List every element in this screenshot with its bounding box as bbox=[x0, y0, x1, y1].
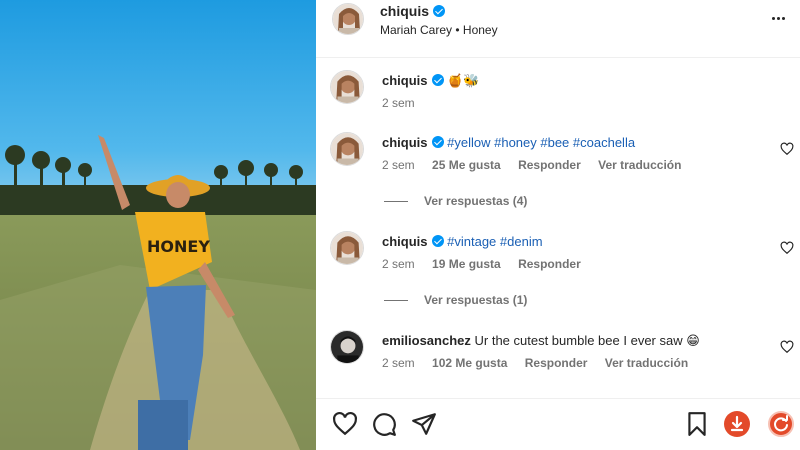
heart-icon[interactable] bbox=[780, 142, 794, 156]
song-separator: • bbox=[455, 23, 460, 37]
send-icon[interactable] bbox=[411, 411, 437, 437]
reply-button[interactable]: Responder bbox=[525, 356, 588, 370]
post-username[interactable]: chiquis bbox=[380, 3, 446, 19]
svg-text:HONEY: HONEY bbox=[147, 237, 210, 256]
bookmark-icon[interactable] bbox=[684, 411, 710, 437]
post-header: chiquis Mariah Carey • Honey bbox=[316, 0, 800, 58]
comment-likes[interactable]: 102 Me gusta bbox=[432, 356, 507, 370]
verified-badge-icon bbox=[433, 5, 446, 17]
comment-meta: 2 sem 102 Me gusta Responder Ver traducc… bbox=[382, 356, 702, 370]
view-replies-button[interactable]: Ver respuestas (1) bbox=[384, 293, 527, 307]
reply-button[interactable]: Responder bbox=[518, 158, 581, 172]
comment-meta: 2 sem 19 Me gusta Responder bbox=[382, 257, 595, 271]
comment-text[interactable]: #yellow #honey #bee #coachella bbox=[447, 135, 635, 150]
avatar[interactable] bbox=[330, 231, 364, 265]
caption-time[interactable]: 2 sem bbox=[382, 96, 415, 110]
reply-button[interactable]: Responder bbox=[518, 257, 581, 271]
song-artist[interactable]: Mariah Carey bbox=[380, 23, 452, 37]
translate-button[interactable]: Ver traducción bbox=[605, 356, 688, 370]
comment-text[interactable]: #vintage #denim bbox=[447, 234, 542, 249]
comment-time[interactable]: 2 sem bbox=[382, 356, 415, 370]
heart-icon[interactable] bbox=[332, 411, 358, 437]
comment-meta: 2 sem 25 Me gusta Responder Ver traducci… bbox=[382, 158, 695, 172]
song-info[interactable]: Mariah Carey • Honey bbox=[380, 23, 498, 37]
replies-dash bbox=[384, 300, 408, 302]
post-photo[interactable]: HONEY bbox=[0, 0, 316, 450]
translate-button[interactable]: Ver traducción bbox=[598, 158, 681, 172]
caption-text: 🍯🐝 bbox=[447, 73, 480, 88]
replies-dash bbox=[384, 201, 408, 203]
caption-line: chiquis 🍯🐝 bbox=[382, 72, 480, 90]
comment-line: emiliosanchez Ur the cutest bumble bee I… bbox=[382, 332, 700, 350]
more-options-icon[interactable] bbox=[768, 8, 788, 28]
comment-time[interactable]: 2 sem bbox=[382, 158, 415, 172]
avatar[interactable] bbox=[330, 132, 364, 166]
comment-username[interactable]: emiliosanchez bbox=[382, 333, 471, 348]
comment-text: Ur the cutest bumble bee I ever saw 😁 bbox=[474, 333, 700, 348]
heart-icon[interactable] bbox=[780, 340, 794, 354]
comment-likes[interactable]: 19 Me gusta bbox=[432, 257, 501, 271]
comment-likes[interactable]: 25 Me gusta bbox=[432, 158, 501, 172]
avatar[interactable] bbox=[330, 70, 364, 104]
comment-line: chiquis #vintage #denim bbox=[382, 233, 543, 251]
view-replies-button[interactable]: Ver respuestas (4) bbox=[384, 194, 527, 208]
refresh-icon[interactable] bbox=[768, 411, 794, 437]
caption-meta: 2 sem bbox=[382, 96, 429, 110]
verified-badge-icon bbox=[431, 235, 444, 247]
download-icon[interactable] bbox=[724, 411, 750, 437]
verified-badge-icon bbox=[431, 136, 444, 148]
avatar[interactable] bbox=[332, 3, 364, 35]
comment-username[interactable]: chiquis bbox=[382, 234, 428, 249]
post-details-panel: chiquis Mariah Carey • Honey chiquis 🍯🐝 … bbox=[316, 0, 800, 450]
action-bar bbox=[316, 398, 800, 450]
comment-icon[interactable] bbox=[371, 411, 397, 437]
comment-line: chiquis #yellow #honey #bee #coachella bbox=[382, 134, 635, 152]
caption-username[interactable]: chiquis bbox=[382, 73, 428, 88]
verified-badge-icon bbox=[431, 74, 444, 86]
post-image: HONEY bbox=[0, 0, 316, 450]
heart-icon[interactable] bbox=[780, 241, 794, 255]
song-title[interactable]: Honey bbox=[463, 23, 498, 37]
avatar[interactable] bbox=[330, 330, 364, 364]
comment-time[interactable]: 2 sem bbox=[382, 257, 415, 271]
comment-username[interactable]: chiquis bbox=[382, 135, 428, 150]
